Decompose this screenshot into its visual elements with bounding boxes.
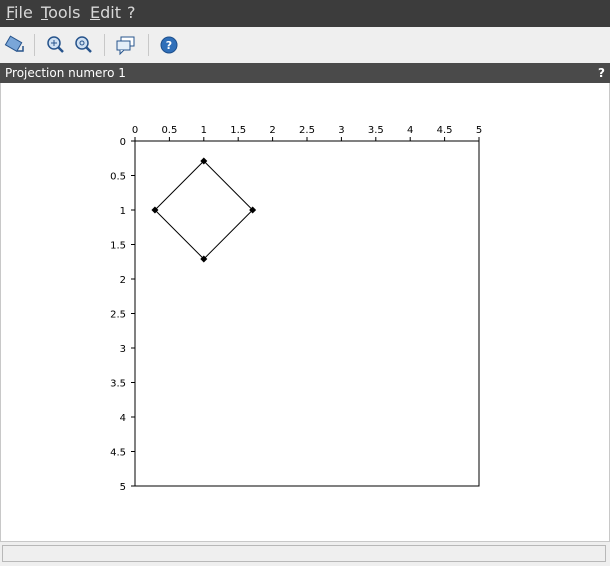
toolbar-separator [148,34,149,56]
x-tick-label: 3 [338,125,344,136]
zoom-in-icon [47,36,64,53]
y-tick-label: 4 [120,413,126,424]
menu-tools[interactable]: Tools [41,3,80,22]
zoom-reset-button[interactable] [71,33,95,57]
y-tick-label: 2.5 [110,310,126,321]
y-tick-label: 3 [120,344,126,355]
x-tick-label: 4.5 [437,125,453,136]
y-tick-label: 5 [120,482,126,493]
toolbar-separator [104,34,105,56]
y-tick-label: 0.5 [110,172,126,183]
x-tick-label: 1 [201,125,207,136]
title-help-icon[interactable]: ? [598,66,605,80]
toolbar: ? [0,27,610,64]
toolbar-separator [34,34,35,56]
y-tick-label: 2 [120,275,126,286]
rotate-icon [4,35,24,53]
datatip-icon [116,36,135,56]
datatip-button[interactable] [114,33,138,57]
x-tick-label: 0 [132,125,138,136]
zoom-in-button[interactable] [43,33,67,57]
figure-canvas[interactable]: 0 0.5 1 1.5 2 2.5 3 3.5 4 4.5 5 0 0.5 1 1.5 2 2.5 3 3.5 4 4.… [0,83,610,541]
x-tick-label: 2 [269,125,275,136]
help-icon: ? [160,36,178,54]
series-line [154,160,254,260]
svg-text:?: ? [166,39,172,52]
x-tick-label: 2.5 [299,125,315,136]
x-tick-label: 0.5 [161,125,177,136]
rotate-button[interactable] [4,33,28,57]
menu-bar: File Tools Edit ? [0,0,610,27]
zoom-reset-icon [75,36,92,53]
y-tick-label: 0 [120,137,126,148]
x-tick-label: 3.5 [368,125,384,136]
help-button[interactable]: ? [157,33,181,57]
plot-area[interactable]: 0 0.5 1 1.5 2 2.5 3 3.5 4 4.5 5 0 0.5 1 1.5 2 2.5 3 3.5 4 4.… [1,83,609,541]
figure-title: Projection numero 1 [5,66,126,80]
y-tick-label: 1.5 [110,241,126,252]
y-tick-label: 3.5 [110,379,126,390]
figure-title-bar: Projection numero 1 ? [0,63,610,83]
x-tick-label: 4 [407,125,413,136]
y-tick-label: 1 [120,206,126,217]
status-text [2,545,606,562]
status-bar [0,541,610,566]
menu-help[interactable]: ? [127,3,136,22]
menu-edit[interactable]: Edit [90,3,121,22]
axes-box [134,140,480,487]
x-tick-label: 1.5 [230,125,246,136]
x-tick-label: 5 [476,125,482,136]
menu-file[interactable]: File [6,3,33,22]
y-tick-label: 4.5 [110,448,126,459]
